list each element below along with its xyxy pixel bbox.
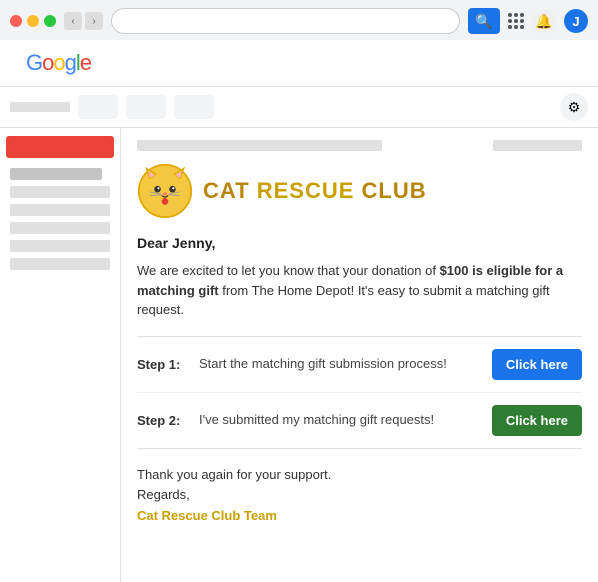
step-1-desc: Start the matching gift submission proce… [199, 355, 480, 373]
gmail-sidebar [0, 128, 120, 582]
apps-icon[interactable] [508, 13, 524, 29]
search-icon: 🔍 [475, 13, 492, 30]
logo-g: g [65, 50, 76, 75]
browser-icons: 🔔 J [508, 9, 588, 33]
minimize-button[interactable] [27, 15, 39, 27]
traffic-lights [10, 15, 56, 27]
email-area: CAT RESCUE CLUB Dear Jenny, We are excit… [120, 128, 598, 582]
google-logo: Google [12, 46, 101, 80]
org-name-cat: CAT [203, 178, 250, 203]
avatar[interactable]: J [564, 9, 588, 33]
logo-G: G [26, 50, 42, 75]
body-text-1: We are excited to let you know that your… [137, 263, 440, 278]
sidebar-item-starred[interactable] [10, 186, 110, 198]
notifications-icon[interactable]: 🔔 [532, 9, 556, 33]
footer-line-1: Thank you again for your support. [137, 465, 582, 486]
close-button[interactable] [10, 15, 22, 27]
nav-buttons: ‹ › [64, 12, 103, 30]
search-button[interactable]: 🔍 [468, 8, 500, 34]
org-name-rescue: RESCUE [257, 178, 355, 203]
step-2-row: Step 2: I've submitted my matching gift … [137, 393, 582, 448]
step-1-button[interactable]: Click here [492, 349, 582, 380]
footer-line-2: Regards, [137, 485, 582, 506]
step-2-desc: I've submitted my matching gift requests… [199, 411, 480, 429]
logo-o2: o [53, 50, 64, 75]
sidebar-item-inbox[interactable] [10, 168, 102, 180]
email-subject-placeholder [137, 140, 382, 151]
compose-button[interactable] [6, 136, 114, 158]
step-1-row: Step 1: Start the matching gift submissi… [137, 337, 582, 393]
org-name-club: CLUB [362, 178, 427, 203]
steps-section: Step 1: Start the matching gift submissi… [137, 336, 582, 449]
logo-o1: o [42, 50, 53, 75]
step-1-label: Step 1: [137, 357, 187, 372]
gmail-main: CAT RESCUE CLUB Dear Jenny, We are excit… [0, 128, 598, 582]
email-greeting: Dear Jenny, [137, 235, 582, 251]
org-name: CAT RESCUE CLUB [203, 178, 427, 204]
maximize-button[interactable] [44, 15, 56, 27]
email-footer: Thank you again for your support. Regard… [137, 465, 582, 527]
gmail-toolbar: ⚙ [0, 87, 598, 128]
toolbar-button-3[interactable] [174, 95, 214, 119]
titlebar: ‹ › 🔍 🔔 J [0, 0, 598, 40]
toolbar-button-2[interactable] [126, 95, 166, 119]
step-2-label: Step 2: [137, 413, 187, 428]
settings-button[interactable]: ⚙ [560, 93, 588, 121]
sidebar-item-snoozed[interactable] [10, 204, 110, 216]
step-2-button[interactable]: Click here [492, 405, 582, 436]
org-logo: CAT RESCUE CLUB [137, 163, 582, 219]
google-topbar: Google [0, 40, 598, 87]
sidebar-item-sent[interactable] [10, 222, 110, 234]
logo-e: e [80, 50, 91, 75]
sidebar-item-more[interactable] [10, 258, 110, 270]
cat-icon [137, 163, 193, 219]
email-date-placeholder [493, 140, 582, 151]
sidebar-item-drafts[interactable] [10, 240, 110, 252]
browser-chrome: ‹ › 🔍 🔔 J [0, 0, 598, 40]
footer-team: Cat Rescue Club Team [137, 506, 582, 527]
gmail-nav-label [10, 102, 70, 112]
forward-button[interactable]: › [85, 12, 103, 30]
toolbar-button-1[interactable] [78, 95, 118, 119]
back-button[interactable]: ‹ [64, 12, 82, 30]
address-bar[interactable] [111, 8, 460, 34]
email-body: We are excited to let you know that your… [137, 261, 582, 320]
